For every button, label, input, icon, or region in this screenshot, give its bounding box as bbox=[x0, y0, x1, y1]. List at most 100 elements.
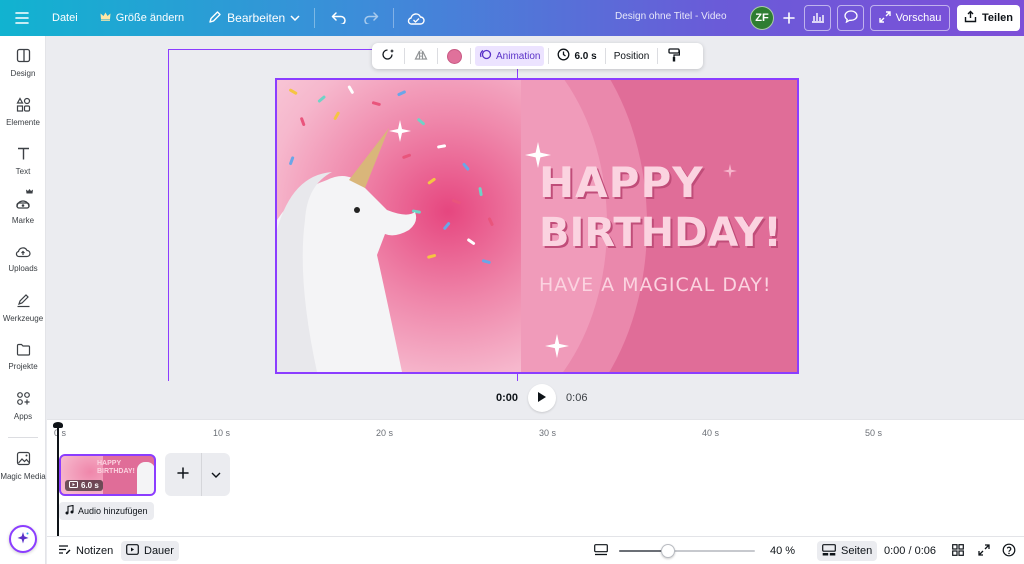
sidebar-item-uploads[interactable]: Uploads bbox=[0, 237, 46, 281]
toolbar-divider bbox=[604, 48, 606, 64]
zoom-value[interactable]: 40 % bbox=[765, 541, 800, 561]
layout-icon bbox=[16, 48, 31, 66]
position-button[interactable]: Position bbox=[610, 46, 654, 66]
help-button[interactable] bbox=[997, 541, 1021, 561]
toolbar-divider bbox=[393, 8, 395, 28]
preview-button[interactable]: Vorschau bbox=[870, 5, 950, 31]
avatar[interactable]: ZF bbox=[750, 6, 774, 30]
document-title[interactable]: Design ohne Titel - Video bbox=[615, 11, 727, 22]
page-clip[interactable]: HAPPY BIRTHDAY! 6.0 s bbox=[59, 454, 156, 496]
color-picker-button[interactable] bbox=[442, 46, 466, 66]
copy-style-button[interactable] bbox=[662, 46, 686, 66]
sidebar-item-design[interactable]: Design bbox=[0, 41, 46, 85]
share-upload-icon bbox=[964, 10, 977, 26]
add-collaborator-icon[interactable] bbox=[775, 4, 803, 32]
chevron-down-icon bbox=[211, 469, 221, 481]
magic-edit-button[interactable] bbox=[376, 46, 400, 66]
fullscreen-button[interactable] bbox=[973, 541, 995, 561]
sidebar-item-label: Text bbox=[15, 167, 31, 176]
notes-icon bbox=[58, 544, 71, 558]
resize-button[interactable]: Größe ändern bbox=[92, 4, 192, 32]
unicorn-horn bbox=[349, 128, 389, 188]
edit-label: Bearbeiten bbox=[227, 11, 286, 25]
playhead[interactable] bbox=[57, 424, 59, 537]
comment-icon bbox=[843, 10, 858, 26]
page-view-button[interactable] bbox=[589, 541, 613, 561]
toolbar-divider bbox=[470, 48, 471, 64]
clip-duration: 6.0 s bbox=[81, 481, 99, 490]
clip-thumb-text: BIRTHDAY! bbox=[97, 468, 135, 475]
apps-icon bbox=[16, 391, 31, 409]
redo-icon[interactable] bbox=[357, 4, 385, 32]
sidebar-item-apps[interactable]: Apps bbox=[0, 384, 46, 428]
add-page-options-button[interactable] bbox=[202, 453, 230, 496]
sidebar-item-magic-media[interactable]: Magic Media bbox=[0, 444, 46, 488]
play-button[interactable] bbox=[528, 384, 557, 412]
lasso-sparkle-icon bbox=[381, 48, 395, 65]
animation-icon bbox=[479, 48, 492, 64]
toolbar-divider bbox=[548, 48, 550, 64]
magic-media-icon bbox=[16, 451, 31, 469]
total-time: 0:06 bbox=[566, 392, 588, 404]
pages-icon bbox=[822, 543, 836, 559]
ruler-label: 0 s bbox=[54, 428, 67, 438]
zoom-slider[interactable] bbox=[619, 544, 755, 558]
animation-button[interactable]: Animation bbox=[475, 46, 545, 66]
sidebar-item-label: Elemente bbox=[6, 118, 40, 127]
zoom-label: 40 % bbox=[770, 545, 796, 557]
add-page-group bbox=[165, 453, 230, 496]
comments-button[interactable] bbox=[837, 5, 864, 31]
hamburger-icon[interactable] bbox=[8, 4, 36, 32]
toolbar-divider bbox=[437, 48, 438, 64]
color-swatch bbox=[446, 48, 462, 64]
playhead-handle[interactable] bbox=[53, 422, 63, 428]
design-page[interactable]: HAPPY BIRTHDAY! HAVE A MAGICAL DAY! bbox=[275, 78, 799, 374]
add-audio-label: Audio hinzufügen bbox=[78, 506, 148, 516]
sidebar-item-label: Uploads bbox=[8, 264, 38, 273]
sidebar-item-brand[interactable]: Marke bbox=[0, 188, 46, 232]
duration-button[interactable]: 6.0 s bbox=[553, 46, 600, 66]
add-page-button[interactable] bbox=[165, 453, 202, 496]
add-audio-button[interactable]: Audio hinzufügen bbox=[59, 502, 154, 520]
toolbar-divider bbox=[314, 8, 316, 28]
sparkle-icon bbox=[16, 531, 30, 548]
clock-icon bbox=[557, 48, 570, 64]
pages-label: Seiten bbox=[841, 545, 873, 557]
clip-duration-badge: 6.0 s bbox=[65, 480, 103, 491]
left-sidebar: Design Elemente Text Marke Uploads Werkz… bbox=[0, 36, 46, 564]
zoom-slider-thumb[interactable] bbox=[661, 544, 676, 558]
cloud-saved-icon[interactable] bbox=[402, 4, 430, 32]
flip-button[interactable] bbox=[409, 46, 433, 66]
duration-toggle-button[interactable]: Dauer bbox=[121, 541, 179, 561]
preview-label: Vorschau bbox=[895, 12, 942, 24]
headline-happy[interactable]: HAPPY bbox=[539, 160, 704, 206]
timeline: 0 s 10 s 20 s 30 s 40 s 50 s HAPPY BIRTH… bbox=[47, 419, 1024, 537]
duration-icon bbox=[126, 544, 139, 558]
sidebar-item-text[interactable]: Text bbox=[0, 139, 46, 183]
magic-assistant-button[interactable] bbox=[9, 525, 37, 553]
file-menu-button[interactable]: Datei bbox=[44, 4, 86, 32]
pages-button[interactable]: Seiten bbox=[817, 541, 878, 561]
notes-button[interactable]: Notizen bbox=[53, 541, 118, 561]
flip-icon bbox=[414, 49, 428, 64]
sidebar-item-projects[interactable]: Projekte bbox=[0, 335, 46, 379]
share-button[interactable]: Teilen bbox=[957, 5, 1020, 31]
clip-thumbnail-unicorn bbox=[137, 462, 154, 494]
chevron-down-icon bbox=[290, 12, 300, 24]
undo-icon[interactable] bbox=[325, 4, 353, 32]
headline-birthday[interactable]: BIRTHDAY! bbox=[539, 210, 782, 256]
sidebar-item-tools[interactable]: Werkzeuge bbox=[0, 286, 46, 330]
grid-view-button[interactable] bbox=[947, 541, 969, 561]
subline-text[interactable]: HAVE A MAGICAL DAY! bbox=[539, 274, 771, 296]
playback-controls: 0:00 0:06 bbox=[496, 384, 587, 412]
bar-chart-icon bbox=[811, 11, 825, 26]
sidebar-item-elements[interactable]: Elemente bbox=[0, 90, 46, 134]
notes-label: Notizen bbox=[76, 545, 114, 557]
edit-button[interactable]: Bearbeiten bbox=[200, 4, 308, 32]
page-view-icon bbox=[594, 543, 608, 559]
folder-icon bbox=[16, 343, 31, 359]
duration-label: 6.0 s bbox=[574, 50, 597, 62]
toolbar-divider bbox=[657, 48, 659, 64]
resize-label: Größe ändern bbox=[115, 12, 185, 24]
insights-button[interactable] bbox=[804, 5, 831, 31]
